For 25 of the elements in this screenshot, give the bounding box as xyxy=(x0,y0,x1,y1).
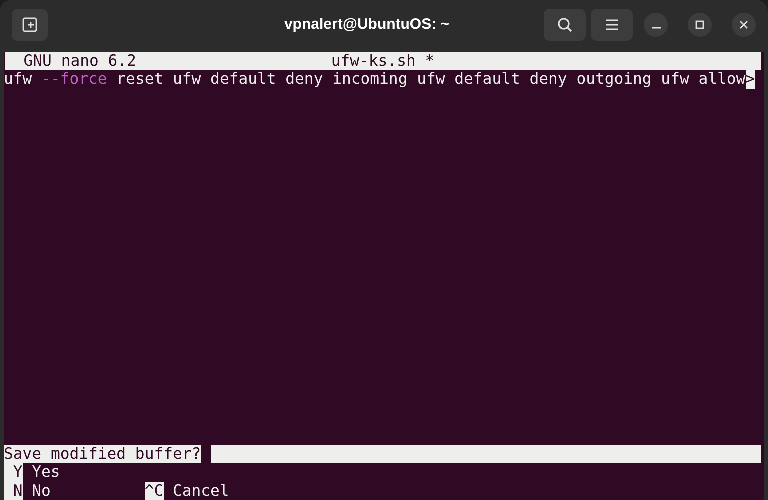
new-tab-button[interactable] xyxy=(12,9,48,41)
shortcut-label[interactable]: Yes xyxy=(32,463,60,482)
shortcut-key: N xyxy=(4,482,23,500)
answer-field[interactable] xyxy=(210,444,761,464)
close-button[interactable] xyxy=(732,13,756,37)
shortcut-key: ^C xyxy=(144,482,164,500)
maximize-button[interactable] xyxy=(688,13,712,37)
search-icon xyxy=(557,17,573,33)
prompt-label: Save modified buffer? xyxy=(4,444,202,464)
shortcut-label[interactable]: No xyxy=(32,482,51,500)
minimize-button[interactable] xyxy=(644,13,668,37)
file-name: ufw-ks.sh * xyxy=(331,52,435,70)
maximize-icon xyxy=(695,20,705,30)
menu-button[interactable] xyxy=(591,9,633,41)
menu-icon xyxy=(605,19,619,31)
shortcut-label[interactable]: Cancel xyxy=(172,482,230,500)
editor-version: GNU nano 6.2 xyxy=(22,52,138,70)
shortcut-key: Y xyxy=(4,463,23,482)
new-tab-icon xyxy=(22,17,38,33)
close-icon xyxy=(739,20,749,30)
code-line: ufw --force reset ufw default deny incoming ufw default deny outgoing ufw allow xyxy=(4,70,746,89)
window-title: vpnalert@UbuntuOS: ~ xyxy=(284,14,450,35)
search-button[interactable] xyxy=(544,9,586,41)
overflow-marker: > xyxy=(746,70,756,89)
minimize-icon xyxy=(652,27,660,29)
